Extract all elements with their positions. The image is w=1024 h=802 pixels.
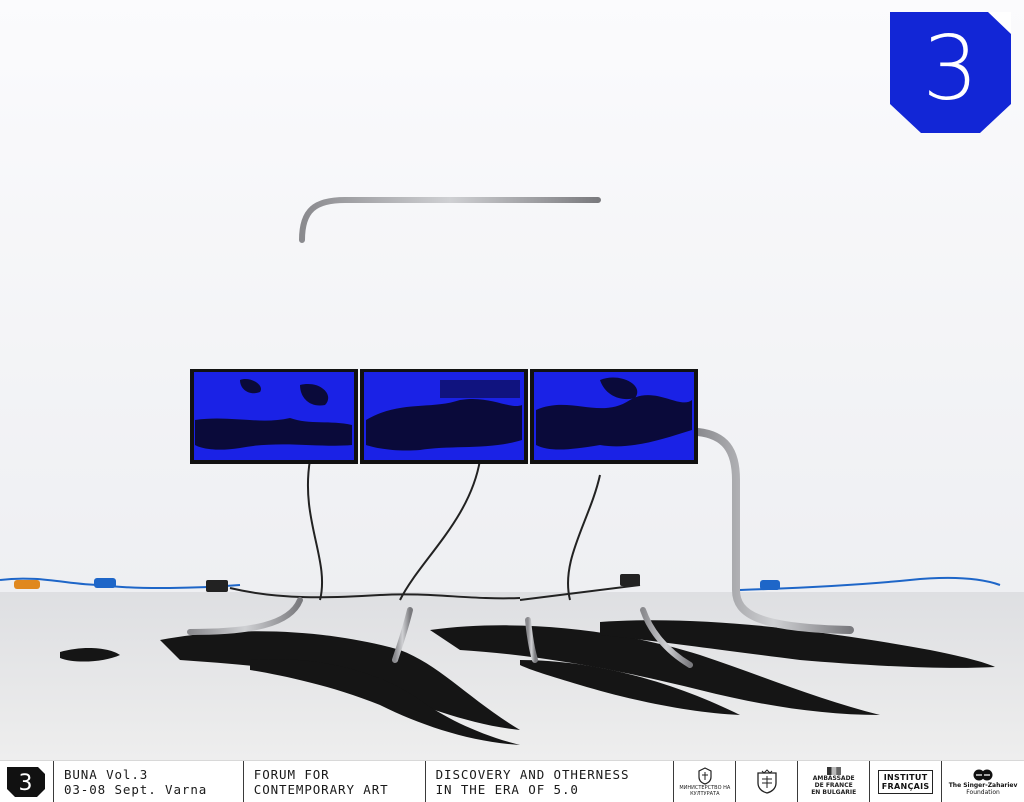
footer-bar: 3 BUNA Vol.3 03-08 Sept. Varna FORUM FOR…: [0, 760, 1024, 802]
badge-number: 3: [922, 17, 979, 120]
event-title: BUNA Vol.3: [63, 766, 149, 782]
monitor-center: [360, 369, 528, 464]
institut-line1: INSTITUT: [883, 772, 928, 782]
footer-theme: DISCOVERY AND OTHERNESS IN THE ERA OF 5.…: [426, 761, 675, 802]
monitor-right: [530, 369, 698, 464]
monitor-left: [190, 369, 358, 464]
flag-icon: [826, 767, 841, 775]
institut-logo: INSTITUT FRANÇAIS: [877, 769, 934, 794]
page: 3 3 BUNA Vol.3 03-08 Sept. Varna FORUM F…: [0, 0, 1024, 802]
foundation-logo-icon: [973, 769, 993, 780]
ministry-crest-icon: [698, 766, 712, 785]
event-dates: 03-08 Sept. Varna: [63, 781, 208, 797]
partner-foundation: The Singer-Zahariev Foundation: [942, 761, 1024, 802]
partner-municipality: [736, 761, 799, 802]
embassy-line2: DE FRANCE: [814, 782, 853, 789]
footer-forum: FORUM FOR CONTEMPORARY ART: [244, 761, 426, 802]
footer-logo: 3: [0, 761, 54, 802]
theme-line2: IN THE ERA OF 5.0: [435, 781, 579, 797]
embassy-line1: AMBASSADE: [812, 775, 855, 782]
theme-line1: DISCOVERY AND OTHERNESS: [435, 766, 630, 782]
foundation-line1: The Singer-Zahariev: [948, 781, 1018, 789]
partner-embassy: AMBASSADE DE FRANCE EN BULGARIE: [798, 761, 871, 802]
ministry-name: МИНИСТЕРСТВО НА КУЛТУРАТА: [679, 784, 731, 797]
edition-badge: 3: [890, 12, 1011, 133]
forum-line1: FORUM FOR: [253, 766, 330, 782]
varna-crest-icon: [757, 768, 777, 794]
partner-ministry: МИНИСТЕРСТВО НА КУЛТУРАТА: [674, 761, 737, 802]
installation-photo: [0, 0, 1024, 760]
footer-event: BUNA Vol.3 03-08 Sept. Varna: [54, 761, 244, 802]
buna-logo-icon: 3: [7, 766, 46, 797]
footer-logo-number: 3: [19, 771, 34, 796]
forum-line2: CONTEMPORARY ART: [253, 781, 389, 797]
institut-line2: FRANÇAIS: [881, 781, 930, 791]
foundation-line2: Foundation: [966, 788, 1000, 796]
partner-institut: INSTITUT FRANÇAIS: [870, 761, 943, 802]
embassy-line3: EN BULGARIE: [811, 789, 857, 796]
